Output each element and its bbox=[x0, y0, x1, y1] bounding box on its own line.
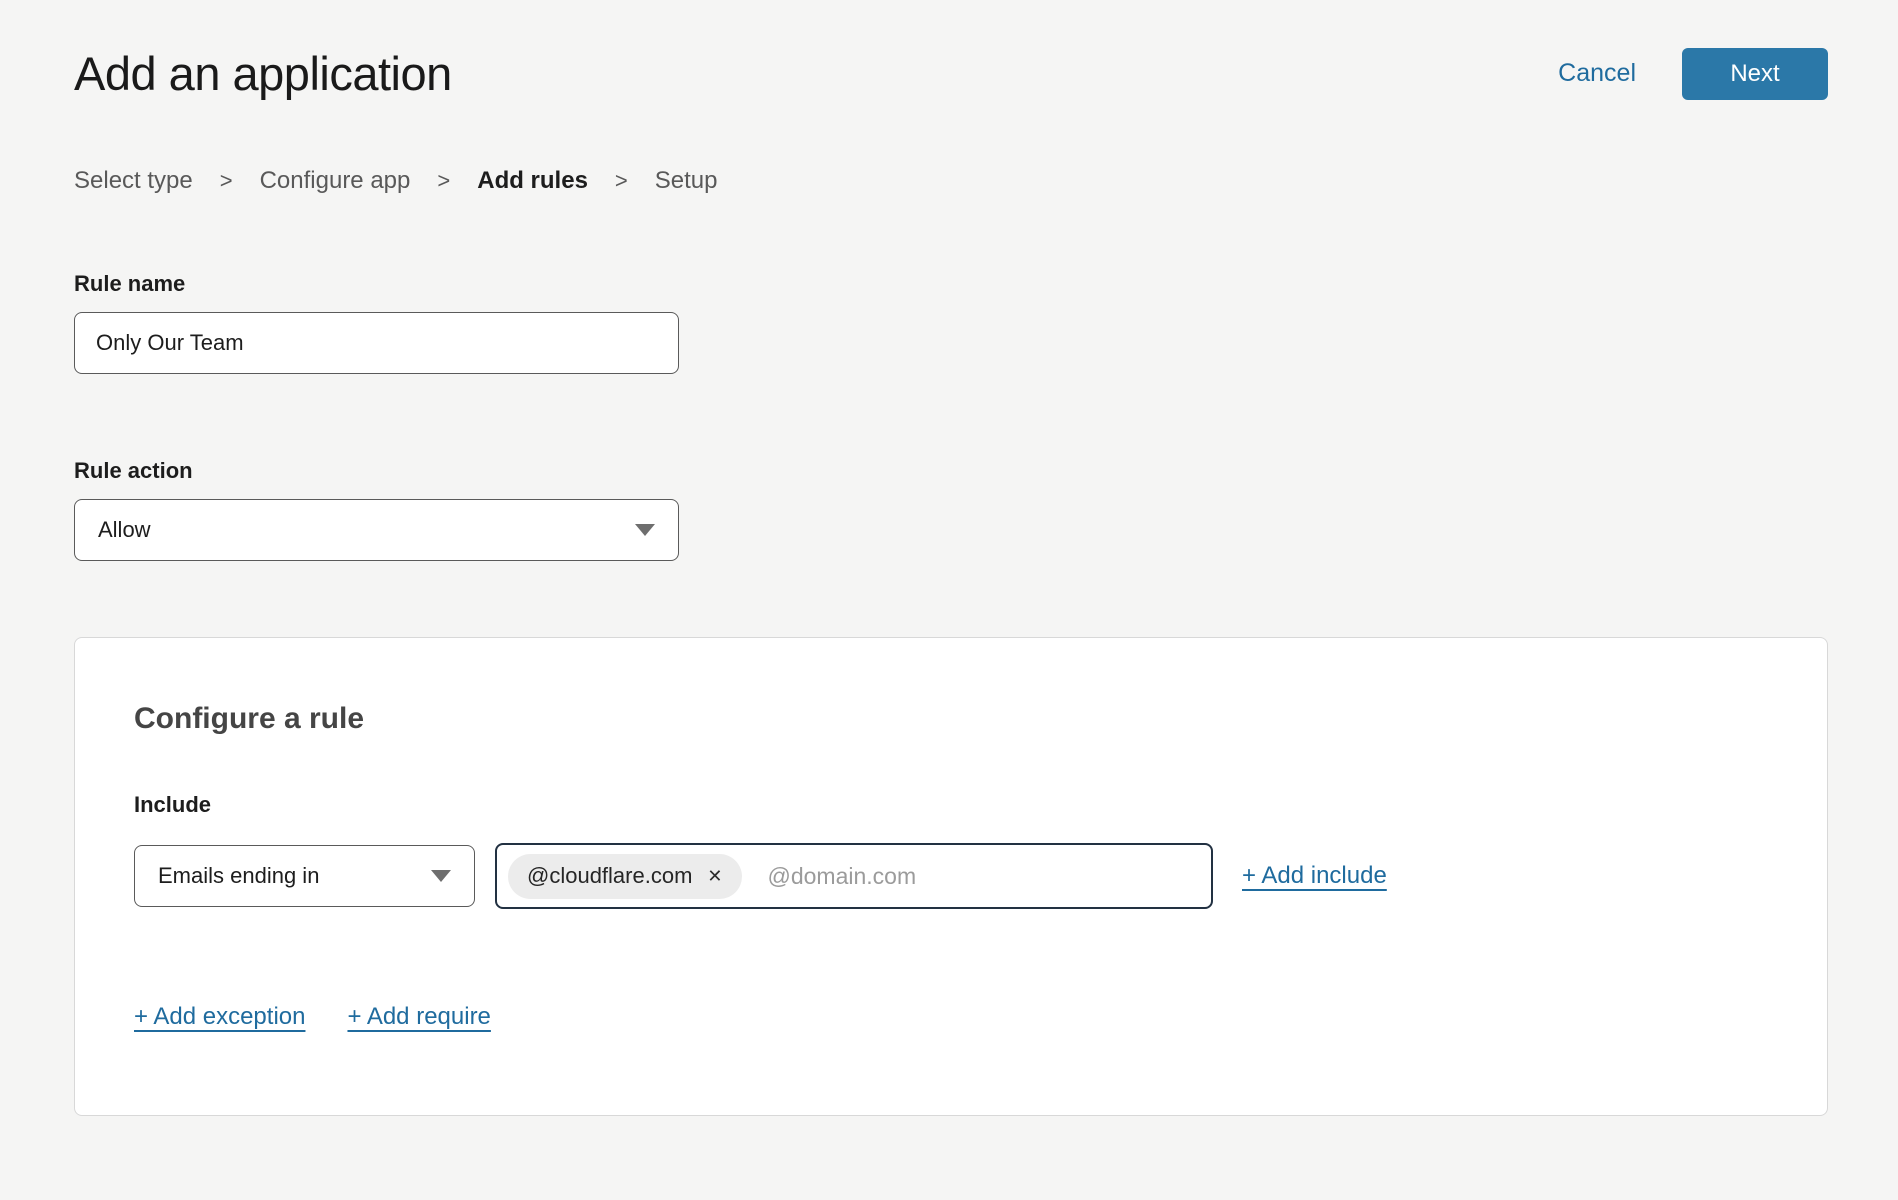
rule-action-selected-value: Allow bbox=[98, 517, 151, 543]
card-title: Configure a rule bbox=[134, 702, 1768, 736]
include-row: Emails ending in @cloudflare.com ✕ + Add… bbox=[134, 843, 1768, 909]
breadcrumb-step-setup[interactable]: Setup bbox=[655, 167, 718, 195]
page-title: Add an application bbox=[74, 46, 452, 101]
breadcrumb: Select type > Configure app > Add rules … bbox=[74, 167, 1828, 195]
breadcrumb-step-configure-app[interactable]: Configure app bbox=[260, 167, 411, 195]
include-selector-value: Emails ending in bbox=[158, 863, 319, 889]
include-label: Include bbox=[134, 792, 1768, 818]
rule-name-input[interactable] bbox=[74, 312, 679, 374]
include-values-input[interactable]: @cloudflare.com ✕ bbox=[495, 843, 1213, 909]
breadcrumb-separator: > bbox=[615, 168, 628, 194]
rule-action-select[interactable]: Allow bbox=[74, 499, 679, 561]
tag-chip: @cloudflare.com ✕ bbox=[508, 854, 742, 899]
cancel-button[interactable]: Cancel bbox=[1558, 59, 1636, 88]
chevron-down-icon bbox=[635, 524, 655, 536]
remove-tag-icon[interactable]: ✕ bbox=[707, 867, 722, 885]
add-include-link[interactable]: + Add include bbox=[1242, 862, 1387, 890]
add-require-link[interactable]: + Add require bbox=[347, 1003, 490, 1031]
configure-rule-card: Configure a rule Include Emails ending i… bbox=[74, 637, 1828, 1116]
chevron-down-icon bbox=[431, 870, 451, 882]
header-actions: Cancel Next bbox=[1558, 48, 1828, 100]
rule-name-label: Rule name bbox=[74, 271, 1828, 297]
page-header: Add an application Cancel Next bbox=[74, 46, 1828, 101]
rule-action-label: Rule action bbox=[74, 458, 1828, 484]
breadcrumb-step-select-type[interactable]: Select type bbox=[74, 167, 193, 195]
include-selector-select[interactable]: Emails ending in bbox=[134, 845, 475, 907]
breadcrumb-separator: > bbox=[437, 168, 450, 194]
card-links: + Add exception + Add require bbox=[134, 1003, 1768, 1031]
add-exception-link[interactable]: + Add exception bbox=[134, 1003, 305, 1031]
breadcrumb-separator: > bbox=[220, 168, 233, 194]
next-button[interactable]: Next bbox=[1682, 48, 1828, 100]
breadcrumb-step-add-rules[interactable]: Add rules bbox=[477, 167, 588, 195]
domain-entry-input[interactable] bbox=[766, 862, 1201, 891]
tag-chip-label: @cloudflare.com bbox=[527, 863, 692, 889]
